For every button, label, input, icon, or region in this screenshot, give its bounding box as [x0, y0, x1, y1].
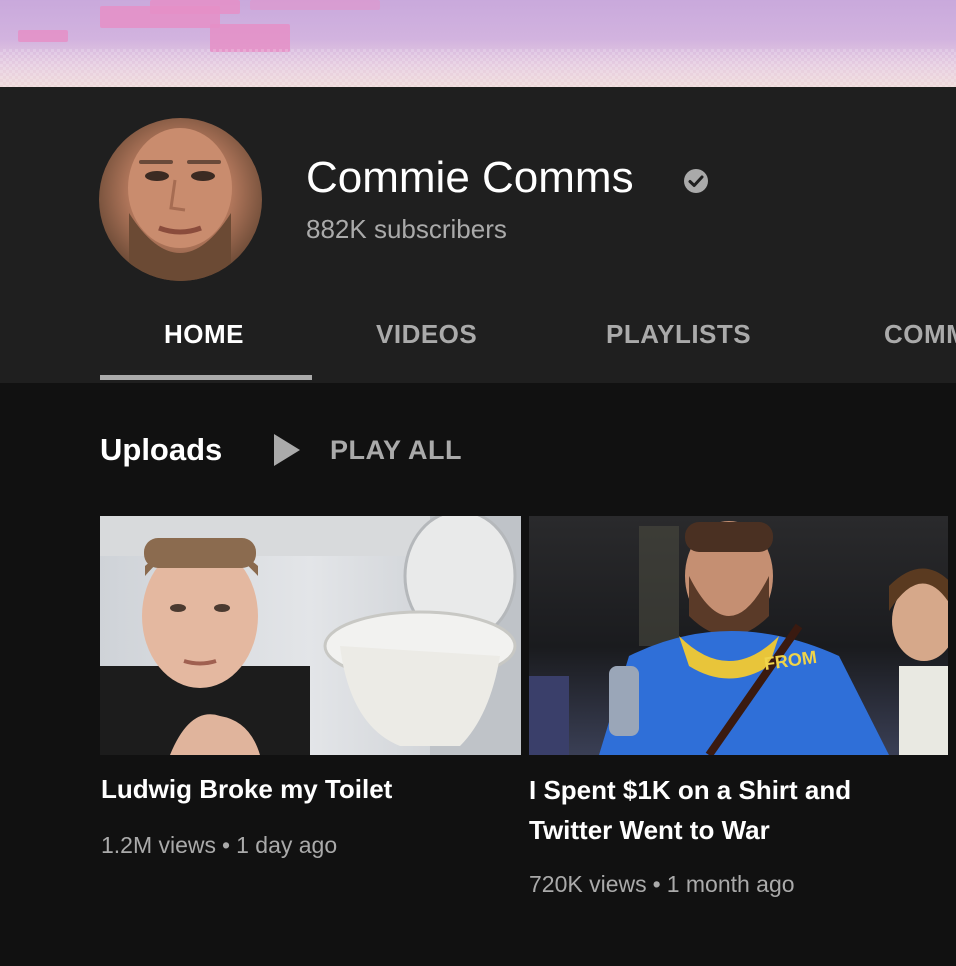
play-icon: [274, 434, 300, 466]
banner-cloud: [18, 30, 68, 42]
video-metadata: 720K views • 1 month ago: [529, 868, 795, 900]
channel-avatar[interactable]: [99, 118, 262, 281]
upload-age: 1 day ago: [236, 832, 338, 858]
subscriber-count: 882K subscribers: [306, 214, 507, 244]
banner-cloud: [210, 24, 290, 52]
channel-name: Commie Comms: [306, 153, 634, 202]
upload-age: 1 month ago: [666, 871, 795, 897]
video-thumbnail[interactable]: FROM: [529, 516, 948, 755]
avatar-face-image: [128, 128, 232, 281]
thumbnail-image: [100, 516, 521, 755]
channel-banner: [0, 0, 956, 87]
play-all-label: PLAY ALL: [330, 435, 463, 465]
section-title-uploads: Uploads: [100, 432, 223, 467]
banner-cloud: [150, 0, 240, 14]
active-tab-indicator: [100, 375, 312, 380]
banner-cloud: [250, 0, 380, 10]
thumbnail-image: FROM: [529, 521, 948, 755]
video-title[interactable]: Ludwig Broke my Toilet: [101, 769, 521, 809]
verified-check-icon: [684, 169, 708, 193]
tab-community[interactable]: COMM: [884, 316, 956, 352]
video-metadata: 1.2M views • 1 day ago: [101, 829, 337, 861]
banner-pattern: [0, 49, 956, 87]
tab-videos[interactable]: VIDEOS: [376, 316, 477, 352]
tab-playlists[interactable]: PLAYLISTS: [606, 316, 751, 352]
view-count: 1.2M views: [101, 832, 217, 858]
video-title[interactable]: I Spent $1K on a Shirt and Twitter Went …: [529, 770, 939, 850]
video-thumbnail[interactable]: [100, 516, 521, 755]
meta-separator: •: [652, 871, 661, 897]
view-count: 720K views: [529, 871, 647, 897]
meta-separator: •: [222, 832, 231, 858]
tab-home[interactable]: HOME: [164, 316, 244, 352]
